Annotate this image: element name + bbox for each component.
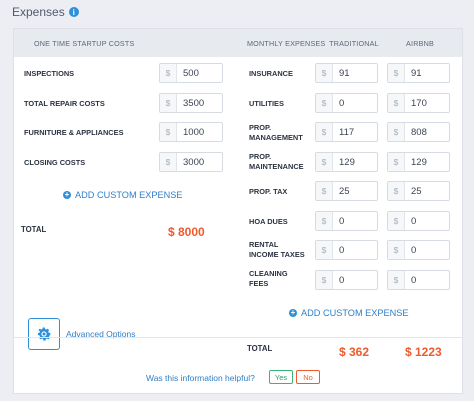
monthly-row-label: RENTAL INCOME TAXES (249, 240, 305, 259)
airbnb-header: AIRBNB (406, 39, 434, 48)
maintenance-traditional-input[interactable]: $ 129 (315, 152, 378, 172)
advanced-options-button[interactable] (28, 318, 60, 350)
plus-circle-icon: + (289, 308, 297, 317)
currency-prefix: $ (388, 94, 405, 112)
hoa-airbnb-input[interactable]: $ 0 (387, 211, 450, 231)
input-value: 808 (411, 126, 427, 138)
currency-prefix: $ (316, 64, 333, 82)
input-value: 3500 (183, 97, 205, 109)
input-value: 129 (339, 156, 355, 168)
monthly-header: MONTHLY EXPENSES (247, 39, 326, 48)
yes-button[interactable]: Yes (269, 370, 293, 384)
currency-prefix: $ (160, 64, 177, 82)
hoa-traditional-input[interactable]: $ 0 (315, 211, 378, 231)
rental-tax-airbnb-input[interactable]: $ 0 (387, 240, 450, 260)
furniture-input[interactable]: $ 1000 (159, 122, 223, 142)
section-title: Expenses (12, 5, 65, 19)
tax-traditional-input[interactable]: $ 25 (315, 181, 378, 201)
insurance-traditional-input[interactable]: $ 91 (315, 63, 378, 83)
startup-row-label: TOTAL REPAIR COSTS (24, 99, 105, 108)
currency-prefix: $ (316, 241, 333, 259)
traditional-total-value: $ 362 (339, 345, 370, 359)
input-value: 25 (411, 185, 422, 197)
inspections-input[interactable]: $ 500 (159, 63, 223, 83)
tax-airbnb-input[interactable]: $ 25 (387, 181, 450, 201)
closing-costs-input[interactable]: $ 3000 (159, 152, 223, 172)
startup-add-custom-expense[interactable]: + ADD CUSTOM EXPENSE (63, 190, 183, 200)
monthly-row-label: UTILITIES (249, 99, 284, 108)
repair-costs-input[interactable]: $ 3500 (159, 93, 223, 113)
cleaning-airbnb-input[interactable]: $ 0 (387, 270, 450, 290)
gear-icon (37, 327, 52, 341)
input-value: 0 (339, 274, 345, 286)
monthly-row-label: PROP. MANAGEMENT (249, 123, 303, 142)
input-value: 0 (339, 215, 345, 227)
currency-prefix: $ (316, 123, 333, 141)
startup-row-label: INSPECTIONS (24, 69, 75, 78)
info-icon[interactable]: i (68, 7, 79, 17)
monthly-row-label: PROP. TAX (249, 187, 288, 196)
section-header: Expenses i (12, 5, 79, 19)
currency-prefix: $ (316, 153, 333, 171)
airbnb-total-value: $ 1223 (405, 345, 442, 359)
currency-prefix: $ (160, 123, 177, 141)
maintenance-airbnb-input[interactable]: $ 129 (387, 152, 450, 172)
traditional-header: TRADITIONAL (329, 39, 379, 48)
monthly-total-label: TOTAL (247, 344, 273, 353)
management-airbnb-input[interactable]: $ 808 (387, 122, 450, 142)
input-value: 91 (339, 67, 350, 79)
currency-prefix: $ (388, 64, 405, 82)
startup-total-value: $ 8000 (168, 225, 205, 239)
table-header: ONE TIME STARTUP COSTS MONTHLY EXPENSES … (14, 29, 462, 57)
feedback-question: Was this information helpful? (146, 373, 255, 383)
input-value: 0 (339, 244, 345, 256)
utilities-traditional-input[interactable]: $ 0 (315, 93, 378, 113)
currency-prefix: $ (160, 94, 177, 112)
expenses-card: ONE TIME STARTUP COSTS MONTHLY EXPENSES … (13, 28, 463, 394)
management-traditional-input[interactable]: $ 117 (315, 122, 378, 142)
currency-prefix: $ (316, 212, 333, 230)
input-value: 0 (411, 244, 417, 256)
monthly-add-custom-expense[interactable]: + ADD CUSTOM EXPENSE (289, 308, 409, 318)
cleaning-traditional-input[interactable]: $ 0 (315, 270, 378, 290)
currency-prefix: $ (388, 153, 405, 171)
no-button[interactable]: No (296, 370, 320, 384)
input-value: 170 (411, 97, 427, 109)
currency-prefix: $ (388, 123, 405, 141)
startup-row-label: FURNITURE & APPLIANCES (24, 128, 124, 137)
input-value: 25 (339, 185, 350, 197)
input-value: 3000 (183, 156, 205, 168)
input-value: 0 (411, 274, 417, 286)
input-value: 91 (411, 67, 422, 79)
currency-prefix: $ (388, 241, 405, 259)
currency-prefix: $ (316, 271, 333, 289)
input-value: 117 (339, 126, 355, 138)
currency-prefix: $ (388, 271, 405, 289)
input-value: 500 (183, 67, 199, 79)
startup-header: ONE TIME STARTUP COSTS (34, 39, 135, 48)
monthly-row-label: INSURANCE (249, 69, 293, 78)
startup-total-label: TOTAL (21, 225, 47, 234)
input-value: 0 (339, 97, 345, 109)
insurance-airbnb-input[interactable]: $ 91 (387, 63, 450, 83)
add-expense-label: ADD CUSTOM EXPENSE (75, 190, 183, 200)
currency-prefix: $ (316, 94, 333, 112)
monthly-row-label: CLEANING FEES (249, 269, 288, 288)
utilities-airbnb-input[interactable]: $ 170 (387, 93, 450, 113)
currency-prefix: $ (160, 153, 177, 171)
monthly-row-label: PROP. MAINTENANCE (249, 152, 304, 171)
startup-row-label: CLOSING COSTS (24, 158, 86, 167)
add-expense-label: ADD CUSTOM EXPENSE (301, 308, 409, 318)
input-value: 0 (411, 215, 417, 227)
monthly-row-label: HOA DUES (249, 217, 288, 226)
currency-prefix: $ (388, 182, 405, 200)
currency-prefix: $ (388, 212, 405, 230)
currency-prefix: $ (316, 182, 333, 200)
input-value: 1000 (183, 126, 205, 138)
input-value: 129 (411, 156, 427, 168)
plus-circle-icon: + (63, 190, 71, 199)
rental-tax-traditional-input[interactable]: $ 0 (315, 240, 378, 260)
divider (14, 337, 462, 338)
